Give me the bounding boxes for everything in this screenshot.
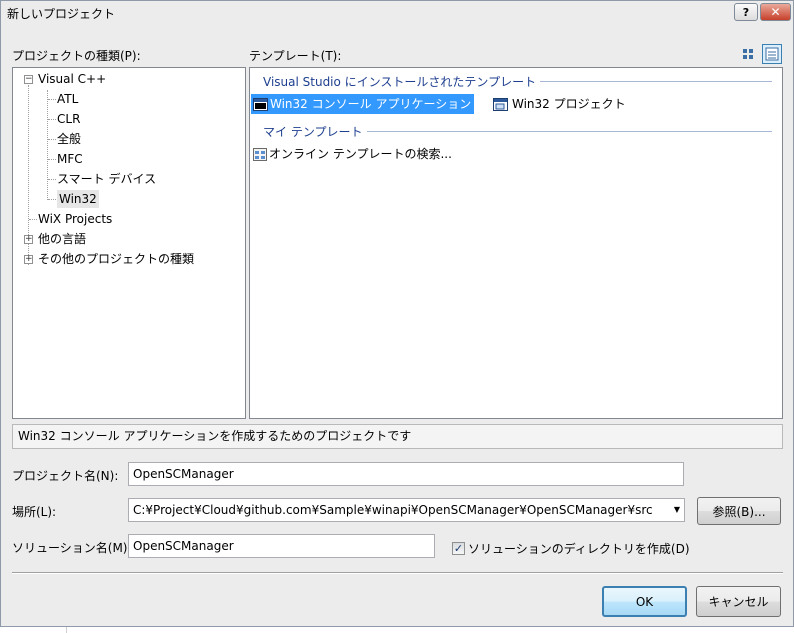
templates-list[interactable]: Visual Studio にインストールされたテンプレート Win32 コンソ… [249, 67, 783, 419]
tree-line [48, 199, 56, 200]
tree-item-smart-device[interactable]: スマート デバイス [57, 170, 156, 188]
small-icons-view-button[interactable] [762, 44, 782, 64]
tree-line [48, 119, 56, 120]
location-combobox[interactable]: C:¥Project¥Cloud¥github.com¥Sample¥winap… [128, 498, 685, 522]
tree-item-other-project-types[interactable]: その他のプロジェクトの種類 [38, 250, 194, 268]
expand-icon[interactable]: + [24, 255, 33, 264]
group-divider [540, 81, 772, 82]
help-button[interactable]: ? [734, 3, 758, 21]
template-search-online[interactable]: オンライン テンプレートの検索... [251, 144, 452, 164]
tree-item-general[interactable]: 全般 [57, 130, 81, 148]
template-description: Win32 コンソール アプリケーションを作成するためのプロジェクトです [12, 424, 783, 449]
template-label: Win32 コンソール アプリケーション [270, 97, 472, 111]
chevron-down-icon[interactable]: ▼ [674, 499, 680, 521]
console-app-icon [253, 98, 268, 111]
background-line [66, 627, 67, 633]
win32-project-icon [493, 98, 508, 111]
project-name-field[interactable]: OpenSCManager [128, 462, 684, 486]
expand-icon[interactable]: + [24, 235, 33, 244]
tree-item-wix-projects[interactable]: WiX Projects [38, 210, 112, 228]
tree-item-win32[interactable]: Win32 [57, 190, 99, 208]
template-label: オンライン テンプレートの検索... [269, 147, 452, 161]
tree-line [47, 90, 48, 200]
title-bar: 新しいプロジェクト ? ✕ [1, 1, 793, 25]
solution-name-field[interactable]: OpenSCManager [128, 534, 435, 558]
solution-name-label: ソリューション名(M) [12, 541, 128, 555]
group-header-installed: Visual Studio にインストールされたテンプレート [263, 75, 537, 89]
template-label: Win32 プロジェクト [512, 97, 626, 111]
group-header-my-templates: マイ テンプレート [263, 125, 363, 139]
divider [12, 572, 783, 574]
tree-line [29, 219, 37, 220]
cancel-button[interactable]: キャンセル [696, 586, 781, 617]
project-types-label: プロジェクトの種類(P): [12, 49, 141, 63]
browse-button[interactable]: 参照(B)... [697, 497, 781, 525]
large-icons-icon [743, 49, 753, 59]
collapse-icon[interactable]: − [24, 75, 33, 84]
background-strip [0, 627, 794, 633]
tree-item-mfc[interactable]: MFC [57, 150, 83, 168]
tree-item-atl[interactable]: ATL [57, 90, 78, 108]
template-win32-console[interactable]: Win32 コンソール アプリケーション [251, 94, 475, 114]
tree-line [48, 139, 56, 140]
create-directory-checkbox[interactable]: ✓ [452, 542, 465, 555]
project-types-tree[interactable]: − Visual C++ ATL CLR 全般 MFC スマート デバイス Wi… [12, 67, 246, 419]
tree-item-visual-cpp[interactable]: Visual C++ [38, 70, 106, 88]
large-icons-view-button[interactable] [740, 45, 758, 63]
project-name-label: プロジェクト名(N): [12, 469, 119, 483]
ok-button[interactable]: OK [602, 586, 687, 617]
window-title: 新しいプロジェクト [7, 7, 116, 21]
template-win32-project[interactable]: Win32 プロジェクト [493, 94, 626, 114]
create-directory-label[interactable]: ソリューションのディレクトリを作成(D) [468, 540, 690, 557]
tree-item-clr[interactable]: CLR [57, 110, 80, 128]
tree-line [48, 99, 56, 100]
templates-label: テンプレート(T): [249, 49, 342, 63]
small-icons-icon [765, 47, 779, 61]
tree-line [48, 159, 56, 160]
search-online-icon [253, 148, 267, 161]
group-divider [367, 131, 772, 132]
tree-line [48, 179, 56, 180]
close-button[interactable]: ✕ [760, 3, 791, 21]
new-project-dialog: 新しいプロジェクト ? ✕ プロジェクトの種類(P): テンプレート(T): −… [0, 0, 794, 627]
tree-item-other-languages[interactable]: 他の言語 [38, 230, 86, 248]
location-value: C:¥Project¥Cloud¥github.com¥Sample¥winap… [133, 503, 653, 517]
location-label: 場所(L): [12, 505, 57, 519]
